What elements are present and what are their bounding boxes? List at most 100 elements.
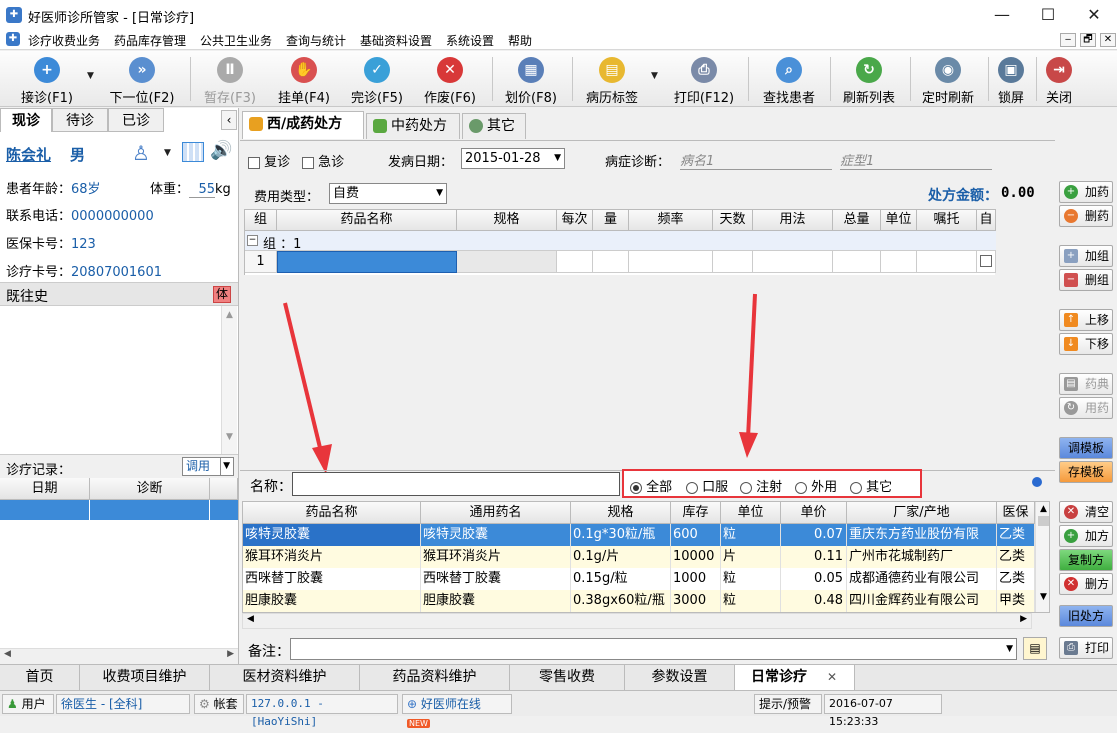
mdi-minimize-button[interactable]: ‒: [1060, 33, 1076, 47]
delete-drug-button[interactable]: − 删药: [1059, 205, 1113, 227]
onset-date-picker[interactable]: 2015-01-28 ▼: [461, 148, 565, 169]
drug-row[interactable]: 咳特灵胶囊 咳特灵胶囊 0.1g*30粒/瓶 600 粒 0.07 重庆东方药业股份有限 乙类: [243, 524, 1035, 546]
add-drug-button[interactable]: + 加药: [1059, 181, 1113, 203]
close-button[interactable]: ⇥ 关闭: [1040, 53, 1078, 106]
tab-herbal-rx[interactable]: 中药处方: [366, 113, 460, 139]
record-label-dropdown-icon[interactable]: ▼: [651, 71, 658, 81]
tab-params[interactable]: 参数设置: [625, 665, 735, 690]
menu-clinic-billing[interactable]: 诊疗收费业务: [28, 32, 100, 49]
rx-col-group[interactable]: 组: [245, 209, 277, 231]
usage-button[interactable]: ↻ 用药: [1059, 397, 1113, 419]
tab-fee-items[interactable]: 收费项目维护: [80, 665, 210, 690]
filter-injection-radio[interactable]: 注射: [740, 476, 782, 495]
group-collapse-icon[interactable]: −: [247, 235, 258, 246]
filter-other-radio[interactable]: 其它: [850, 476, 892, 495]
history-scrollbar[interactable]: ▲ ▼: [221, 306, 237, 454]
filter-all-radio[interactable]: 全部: [630, 476, 672, 495]
remark-template-icon[interactable]: ▤: [1023, 637, 1047, 660]
record-label-button[interactable]: ▤ 病历标签: [578, 53, 646, 106]
records-selected-row[interactable]: [0, 500, 238, 520]
drug-list-scrollbar[interactable]: ▲ ▼: [1035, 502, 1049, 612]
menu-query-stats[interactable]: 查询与统计: [286, 32, 346, 49]
weight-input[interactable]: 55: [189, 182, 216, 198]
rx-total-cell[interactable]: [833, 251, 881, 273]
remark-input[interactable]: ▼: [290, 638, 1017, 660]
rx-dose-cell[interactable]: [557, 251, 593, 273]
patient-avatar-icon[interactable]: ♙: [132, 141, 150, 165]
find-patient-button[interactable]: ⌕ 查找患者: [754, 53, 824, 106]
rx-freq-cell[interactable]: [629, 251, 713, 273]
lock-screen-button[interactable]: ▣ 锁屏: [992, 53, 1030, 106]
collapse-panel-button[interactable]: ‹: [221, 110, 237, 130]
load-template-button[interactable]: 调模板: [1059, 437, 1113, 459]
tab-current-visit[interactable]: 现诊: [0, 108, 52, 132]
physical-exam-button[interactable]: 体: [213, 286, 231, 303]
records-col-diagnosis[interactable]: 诊断: [90, 478, 210, 500]
rx-col-spec[interactable]: 规格: [457, 209, 557, 231]
tab-material-data[interactable]: 医材资料维护: [210, 665, 360, 690]
patient-name-link[interactable]: 陈会礼: [6, 144, 51, 165]
tab-home[interactable]: 首页: [0, 665, 80, 690]
online-link[interactable]: ⊕ 好医师在线 NEW: [402, 694, 512, 728]
drug-col-price[interactable]: 单价: [781, 502, 847, 524]
rx-usage-cell[interactable]: [753, 251, 833, 273]
drug-list-hscrollbar[interactable]: ◀ ▶: [242, 613, 1032, 629]
menu-system-settings[interactable]: 系统设置: [446, 32, 494, 49]
close-window-button[interactable]: ✕: [1071, 0, 1117, 30]
rx-col-note[interactable]: 嘱托: [917, 209, 977, 231]
pricing-button[interactable]: ▦ 划价(F8): [498, 53, 564, 106]
rx-col-unit[interactable]: 单位: [881, 209, 917, 231]
save-template-button[interactable]: 存模板: [1059, 461, 1113, 483]
close-tab-icon[interactable]: ✕: [827, 665, 837, 689]
menu-drug-inventory[interactable]: 药品库存管理: [114, 32, 186, 49]
drug-col-maker[interactable]: 厂家/产地: [847, 502, 997, 524]
print-button[interactable]: ⎙ 打印(F12): [666, 53, 742, 106]
maximize-button[interactable]: ☐: [1025, 0, 1071, 30]
drug-col-generic[interactable]: 通用药名: [421, 502, 571, 524]
minimize-button[interactable]: —: [979, 0, 1025, 30]
rx-col-drug[interactable]: 药品名称: [277, 209, 457, 231]
rx-self-cell[interactable]: [977, 251, 996, 273]
tab-other-rx[interactable]: 其它: [462, 113, 526, 139]
filter-external-radio[interactable]: 外用: [795, 476, 837, 495]
rx-col-total[interactable]: 总量: [833, 209, 881, 231]
timed-refresh-button[interactable]: ◉ 定时刷新: [914, 53, 982, 106]
tab-finished[interactable]: 已诊: [108, 108, 164, 132]
rx-drug-cell[interactable]: [277, 251, 457, 273]
records-hscrollbar[interactable]: ◀ ▶: [0, 648, 238, 664]
hold-button[interactable]: Ⅱ 暂存(F3): [196, 53, 264, 106]
finish-button[interactable]: ✓ 完诊(F5): [344, 53, 410, 106]
drug-col-insurance[interactable]: 医保: [997, 502, 1035, 524]
menu-public-health[interactable]: 公共卫生业务: [200, 32, 272, 49]
mdi-close-button[interactable]: ✕: [1100, 33, 1116, 47]
rx-qty-cell[interactable]: [593, 251, 629, 273]
drug-col-spec[interactable]: 规格: [571, 502, 671, 524]
print-rx-button[interactable]: ⎙ 打印: [1059, 637, 1113, 659]
speaker-icon[interactable]: 🔊: [210, 140, 232, 161]
drug-row[interactable]: 胆康胶囊 胆康胶囊 0.38gx60粒/瓶 3000 粒 0.48 四川金辉药业有限公司 甲类: [243, 590, 1035, 612]
keyboard-icon[interactable]: [182, 142, 204, 162]
rx-col-freq[interactable]: 频率: [629, 209, 713, 231]
old-rx-button[interactable]: 旧处方: [1059, 605, 1113, 627]
disease-name-input[interactable]: 病名1: [680, 150, 832, 170]
delete-group-button[interactable]: − 删组: [1059, 269, 1113, 291]
drug-row[interactable]: 西咪替丁胶囊 西咪替丁胶囊 0.15g/粒 1000 粒 0.05 成都通德药业有限公司 乙类: [243, 568, 1035, 590]
syndrome-input[interactable]: 症型1: [840, 150, 992, 170]
history-textarea[interactable]: [0, 306, 238, 454]
rx-col-dose[interactable]: 每次: [557, 209, 593, 231]
alert-link[interactable]: 提示/预警: [754, 694, 822, 714]
rx-note-cell[interactable]: [917, 251, 977, 273]
drug-search-input[interactable]: [292, 472, 620, 496]
rx-col-usage[interactable]: 用法: [753, 209, 833, 231]
mdi-restore-button[interactable]: 🗗: [1080, 33, 1096, 47]
avatar-dropdown-icon[interactable]: ▼: [164, 148, 171, 158]
emergency-checkbox[interactable]: 急诊: [302, 151, 344, 170]
next-patient-button[interactable]: » 下一位(F2): [100, 53, 184, 106]
tab-waiting[interactable]: 待诊: [52, 108, 108, 132]
revisit-checkbox[interactable]: 复诊: [248, 151, 290, 170]
clear-button[interactable]: ✕ 清空: [1059, 501, 1113, 523]
tab-retail[interactable]: 零售收费: [510, 665, 625, 690]
rx-col-qty[interactable]: 量: [593, 209, 629, 231]
move-down-button[interactable]: ↓ 下移: [1059, 333, 1113, 355]
filter-oral-radio[interactable]: 口服: [686, 476, 728, 495]
